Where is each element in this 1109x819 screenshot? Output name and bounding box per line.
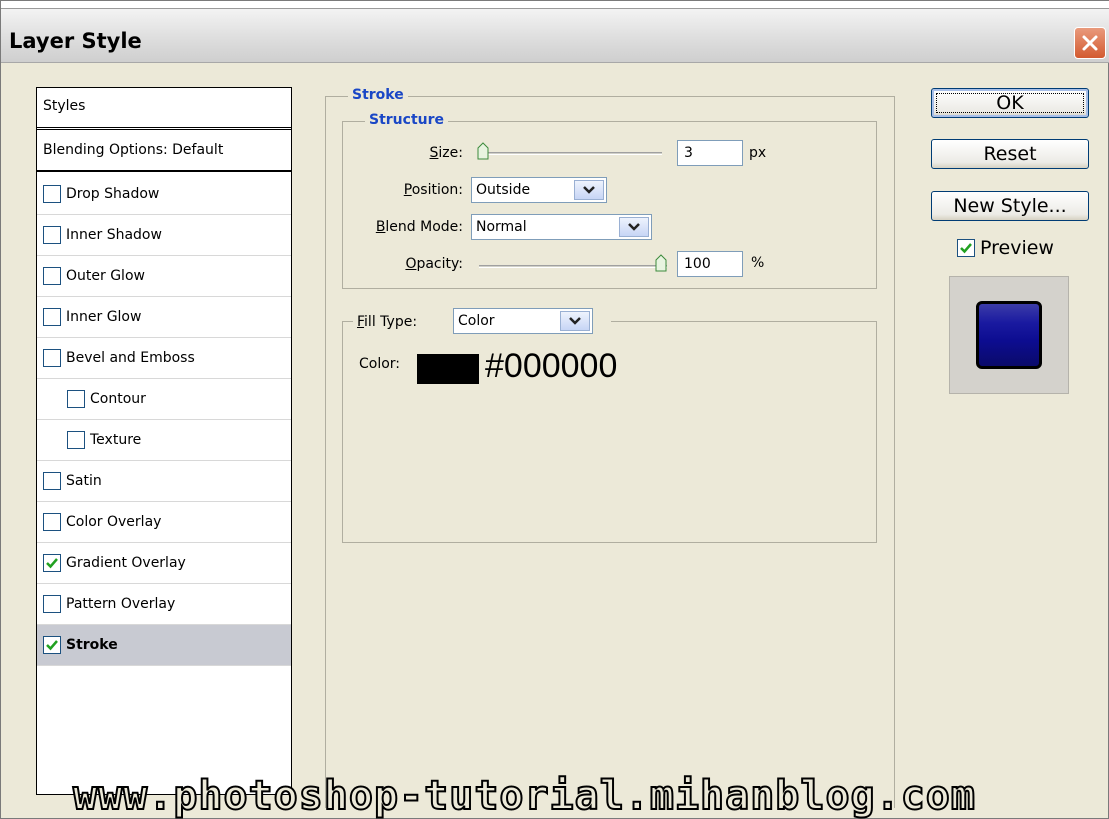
- preview-thumbnail: [949, 276, 1069, 394]
- title-bar[interactable]: Layer Style: [1, 9, 1109, 63]
- fill-type-label: Fill Type:: [357, 314, 418, 330]
- style-item-label: Inner Glow: [66, 309, 142, 325]
- preview-checkbox-row[interactable]: Preview: [957, 237, 1054, 259]
- color-hex-text: #000000: [485, 347, 618, 385]
- new-style-label: New Style...: [953, 195, 1067, 217]
- style-item-label: Texture: [90, 432, 142, 448]
- style-item-gradient-overlay[interactable]: Gradient Overlay: [37, 543, 291, 584]
- style-item-bevel-and-emboss[interactable]: Bevel and Emboss: [37, 338, 291, 379]
- position-dropdown-button[interactable]: [574, 180, 604, 200]
- checkmark-icon: [960, 243, 972, 254]
- style-item-drop-shadow[interactable]: Drop Shadow: [37, 174, 291, 215]
- stroke-section-title: Stroke: [348, 87, 408, 103]
- fill-type-dropdown-button[interactable]: [560, 311, 590, 331]
- position-label: Position:: [403, 182, 463, 198]
- style-checkbox[interactable]: [43, 226, 61, 244]
- chevron-down-icon: [583, 186, 595, 194]
- position-select[interactable]: Outside: [471, 177, 607, 203]
- size-slider-track[interactable]: [479, 152, 662, 155]
- fill-type-legend: Fill Type: Color: [353, 306, 611, 336]
- style-item-inner-glow[interactable]: Inner Glow: [37, 297, 291, 338]
- color-swatch[interactable]: [417, 354, 479, 384]
- styles-list: Styles Blending Options: Default Drop Sh…: [36, 87, 292, 795]
- checkmark-icon: [46, 558, 58, 569]
- close-button[interactable]: [1074, 27, 1106, 59]
- opacity-slider-track[interactable]: [479, 265, 667, 268]
- preview-swatch: [976, 301, 1042, 369]
- style-checkbox[interactable]: [43, 308, 61, 326]
- style-item-label: Gradient Overlay: [66, 555, 186, 571]
- color-label: Color:: [359, 356, 401, 372]
- style-item-label: Satin: [66, 473, 102, 489]
- size-label: Size:: [429, 145, 463, 161]
- blend-mode-label: Blend Mode:: [375, 219, 463, 235]
- ok-label: OK: [996, 92, 1024, 114]
- style-item-label: Color Overlay: [66, 514, 162, 530]
- style-item-label: Inner Shadow: [66, 227, 162, 243]
- opacity-label: Opacity:: [405, 256, 463, 272]
- top-strip: [1, 1, 1109, 9]
- style-item-label: Contour: [90, 391, 146, 407]
- style-item-texture[interactable]: Texture: [37, 420, 291, 461]
- fill-type-select[interactable]: Color: [453, 308, 593, 334]
- style-checkbox[interactable]: [43, 472, 61, 490]
- style-item-stroke[interactable]: Stroke: [37, 625, 291, 666]
- chevron-down-icon: [628, 223, 640, 231]
- position-value: Outside: [476, 182, 531, 198]
- opacity-unit: %: [751, 255, 765, 271]
- new-style-button[interactable]: New Style...: [931, 191, 1089, 221]
- style-item-label: Pattern Overlay: [66, 596, 176, 612]
- reset-label: Reset: [983, 143, 1037, 165]
- style-item-label: Drop Shadow: [66, 186, 160, 202]
- opacity-input[interactable]: 100: [677, 251, 743, 277]
- style-item-satin[interactable]: Satin: [37, 461, 291, 502]
- blend-mode-select[interactable]: Normal: [471, 214, 652, 240]
- style-checkbox[interactable]: [43, 636, 61, 654]
- ok-button[interactable]: OK: [931, 88, 1089, 118]
- blend-mode-dropdown-button[interactable]: [619, 217, 649, 237]
- reset-button[interactable]: Reset: [931, 139, 1089, 169]
- style-item-label: Stroke: [66, 637, 118, 653]
- style-item-inner-shadow[interactable]: Inner Shadow: [37, 215, 291, 256]
- style-item-label: Bevel and Emboss: [66, 350, 195, 366]
- blend-mode-value: Normal: [476, 219, 527, 235]
- style-item-color-overlay[interactable]: Color Overlay: [37, 502, 291, 543]
- checkmark-icon: [46, 640, 58, 651]
- size-unit: px: [749, 145, 767, 161]
- style-item-pattern-overlay[interactable]: Pattern Overlay: [37, 584, 291, 625]
- style-checkbox[interactable]: [67, 390, 85, 408]
- style-checkbox[interactable]: [43, 554, 61, 572]
- preview-checkbox[interactable]: [957, 239, 975, 257]
- dialog-title: Layer Style: [9, 29, 142, 53]
- style-checkbox[interactable]: [43, 267, 61, 285]
- size-slider-thumb[interactable]: [477, 142, 489, 160]
- style-checkbox[interactable]: [43, 185, 61, 203]
- close-icon: [1082, 35, 1098, 51]
- preview-label: Preview: [980, 237, 1054, 259]
- style-item-contour[interactable]: Contour: [37, 379, 291, 420]
- size-input[interactable]: 3: [677, 140, 743, 166]
- style-checkbox[interactable]: [43, 595, 61, 613]
- chevron-down-icon: [569, 317, 581, 325]
- watermark-text: www.photoshop-tutorial.mihanblog.com: [72, 772, 976, 819]
- style-item-label: Outer Glow: [66, 268, 145, 284]
- structure-title: Structure: [365, 112, 449, 128]
- fill-type-value: Color: [458, 313, 495, 329]
- styles-header[interactable]: Styles: [37, 88, 291, 130]
- opacity-slider-thumb[interactable]: [655, 254, 667, 272]
- layer-style-dialog: Layer Style Styles Blending Options: Def…: [0, 0, 1109, 819]
- blending-options-item[interactable]: Blending Options: Default: [37, 130, 291, 172]
- style-item-outer-glow[interactable]: Outer Glow: [37, 256, 291, 297]
- style-checkbox[interactable]: [43, 349, 61, 367]
- style-checkbox[interactable]: [43, 513, 61, 531]
- style-checkbox[interactable]: [67, 431, 85, 449]
